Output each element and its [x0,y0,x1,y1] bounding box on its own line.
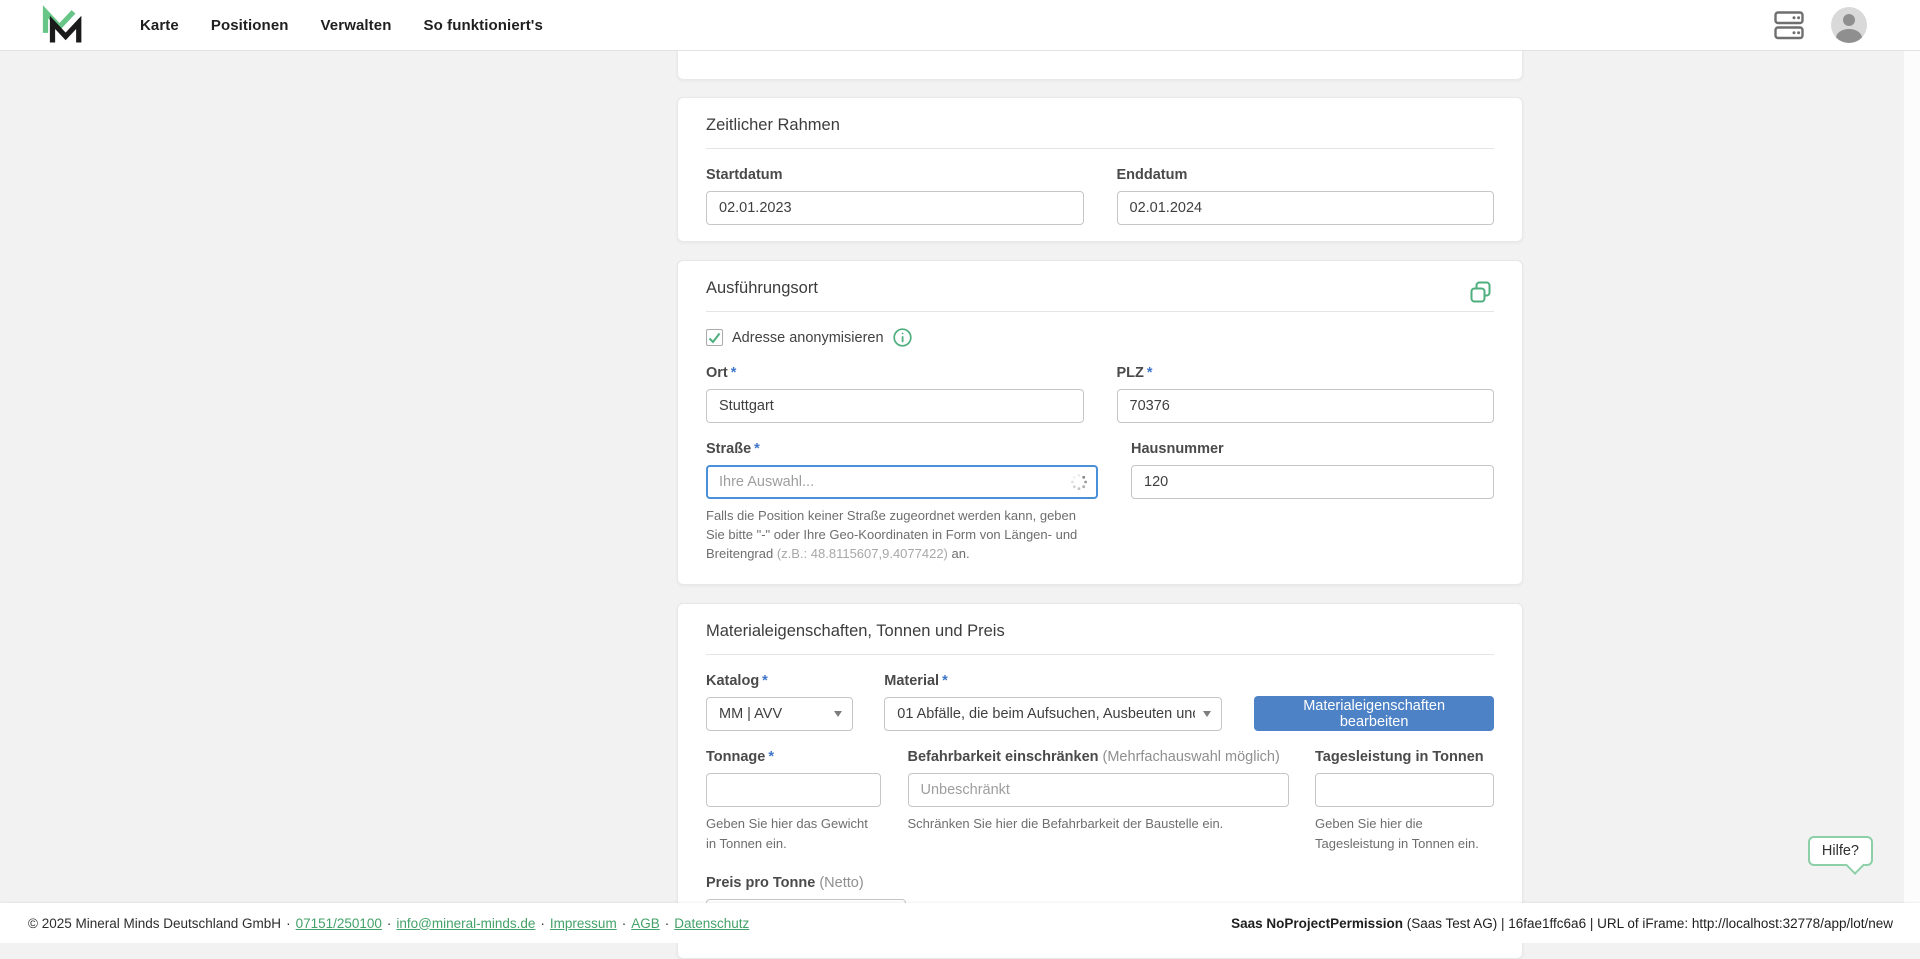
footer-left: © 2025 Mineral Minds Deutschland GmbH·07… [28,916,749,931]
chevron-down-icon [1203,711,1211,717]
section-title-materialeigenschaften: Materialeigenschaften, Tonnen und Preis [706,622,1494,641]
footer-datenschutz-link[interactable]: Datenschutz [674,916,749,931]
katalog-label: Katalog* [706,673,853,689]
material-label: Material* [884,673,1222,689]
section-title-ausfuehrungsort: Ausführungsort [706,279,818,298]
tonnage-label: Tonnage* [706,749,881,765]
tonnage-input[interactable] [706,773,881,807]
enddatum-label: Enddatum [1117,167,1495,183]
strasse-hint: Falls die Position keiner Straße zugeord… [706,507,1098,564]
section-divider [706,654,1494,655]
footer-environment-info: Saas NoProjectPermission (Saas Test AG) … [1231,916,1893,931]
copy-icon[interactable] [1467,279,1494,306]
avatar-body [1836,29,1862,43]
plz-label: PLZ* [1117,365,1495,381]
befahrbarkeit-input[interactable] [908,773,1289,807]
tagesleistung-hint: Geben Sie hier die Tagesleistung in Tonn… [1315,814,1494,853]
tonnage-hint: Geben Sie hier das Gewicht in Tonnen ein… [706,814,881,853]
katalog-select[interactable]: MM | AVV [706,697,853,731]
required-mark: * [754,441,760,457]
startdatum-label: Startdatum [706,167,1084,183]
required-mark: * [731,365,737,381]
preis-pro-tonne-label: Preis pro Tonne (Netto) [706,875,906,891]
tagesleistung-input[interactable] [1315,773,1494,807]
material-select[interactable]: 01 Abfälle, die beim Aufsuchen, Ausbeute… [884,697,1222,731]
enddatum-input[interactable] [1117,191,1495,225]
required-mark: * [1147,365,1153,381]
user-avatar[interactable] [1831,7,1867,43]
plz-input[interactable] [1117,389,1495,423]
required-mark: * [768,749,774,765]
materialeigenschaften-bearbeiten-button[interactable]: Materialeigenschaften bearbeiten [1254,696,1494,731]
avatar-head [1843,14,1855,26]
chevron-down-icon [834,711,842,717]
nav-item-so-funktionierts[interactable]: So funktioniert's [423,17,542,34]
footer-phone-link[interactable]: 07151/250100 [296,916,382,931]
checkmark-icon [708,332,721,344]
footer-copyright: © 2025 Mineral Minds Deutschland GmbH [28,916,281,931]
main-nav: Karte Positionen Verwalten So funktionie… [140,17,543,34]
ort-label: Ort* [706,365,1084,381]
ort-input[interactable] [706,389,1084,423]
footer-impressum-link[interactable]: Impressum [550,916,617,931]
strasse-label: Straße* [706,441,1098,457]
strasse-input[interactable] [706,465,1098,499]
required-mark: * [762,673,768,689]
nav-item-karte[interactable]: Karte [140,17,179,34]
scrollbar-track[interactable] [1904,0,1920,943]
adresse-anonymisieren-label: Adresse anonymisieren [732,330,884,346]
hausnummer-input[interactable] [1131,465,1494,499]
help-button[interactable]: Hilfe? [1808,836,1873,866]
mineral-minds-logo-icon[interactable] [40,4,86,46]
befahrbarkeit-hint: Schränken Sie hier die Befahrbarkeit der… [908,814,1289,834]
befahrbarkeit-label: Befahrbarkeit einschränken (Mehrfachausw… [908,749,1289,765]
info-icon[interactable] [893,328,912,347]
nav-item-verwalten[interactable]: Verwalten [321,17,392,34]
nav-item-positionen[interactable]: Positionen [211,17,289,34]
section-ausfuehrungsort: Ausführungsort Adresse anonymisieren [677,260,1523,585]
tagesleistung-label: Tagesleistung in Tonnen [1315,749,1494,765]
adresse-anonymisieren-checkbox[interactable] [706,329,723,346]
hausnummer-label: Hausnummer [1131,441,1494,457]
section-title-zeitlicher-rahmen: Zeitlicher Rahmen [706,116,1494,135]
page: Karte Positionen Verwalten So funktionie… [0,0,1920,943]
required-mark: * [942,673,948,689]
header-right [1774,7,1920,43]
section-divider [706,311,1494,312]
footer-email-link[interactable]: info@mineral-minds.de [396,916,535,931]
startdatum-input[interactable] [706,191,1084,225]
footer: © 2025 Mineral Minds Deutschland GmbH·07… [0,903,1920,943]
section-zeitlicher-rahmen: Zeitlicher Rahmen Startdatum Enddatum [677,97,1523,242]
previous-section-card-bottom [677,51,1523,80]
top-navbar: Karte Positionen Verwalten So funktionie… [0,0,1920,51]
footer-agb-link[interactable]: AGB [631,916,660,931]
server-icon[interactable] [1774,11,1805,40]
loading-spinner-icon [1070,473,1088,491]
